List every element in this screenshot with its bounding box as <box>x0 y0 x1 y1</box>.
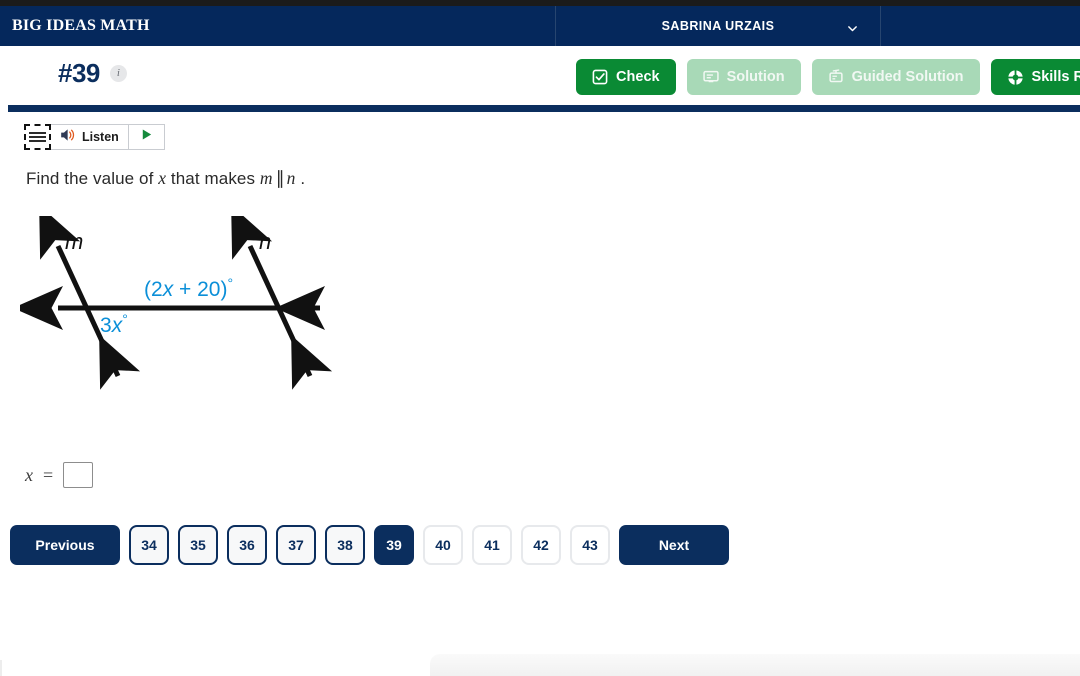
parallel-lines-diagram: m n (2x + 20)° 3x° <box>20 216 333 390</box>
page-button-34[interactable]: 34 <box>129 525 169 565</box>
parallel-symbol: ∥ <box>275 168 285 188</box>
speaker-icon <box>60 128 77 147</box>
solution-screen-icon <box>702 69 719 85</box>
prompt-var-m: m <box>259 168 273 188</box>
angle-label-bottom: 3x° <box>100 311 128 337</box>
answer-row: x = <box>25 462 94 488</box>
page-button-39[interactable]: 39 <box>374 525 414 565</box>
left-edge-sliver <box>0 660 2 676</box>
line-m <box>39 216 141 390</box>
question-number-group: #39 i <box>58 58 127 89</box>
check-button-label: Check <box>616 69 660 85</box>
drag-lines-icon[interactable] <box>24 124 51 150</box>
info-icon[interactable]: i <box>109 65 127 82</box>
user-name-label: SABRINA URZAIS <box>661 19 775 33</box>
lifesaver-icon <box>1006 68 1024 86</box>
solution-button-label: Solution <box>726 69 785 85</box>
angle-label-top: (2x + 20)° <box>144 275 233 301</box>
page-button-37[interactable]: 37 <box>276 525 316 565</box>
play-icon <box>140 128 153 146</box>
prompt-part-2: that makes <box>170 169 256 188</box>
listen-toolbar: Listen <box>24 124 165 150</box>
app-header: BIG IDEAS MATH SABRINA URZAIS <box>0 6 1080 46</box>
page-button-42[interactable]: 42 <box>521 525 561 565</box>
solution-button[interactable]: Solution <box>686 59 801 95</box>
guided-solution-button[interactable]: Guided Solution <box>811 59 980 95</box>
answer-variable-label: x <box>25 464 33 485</box>
play-button[interactable] <box>128 124 165 150</box>
page-button-43[interactable]: 43 <box>570 525 610 565</box>
prompt-part-1: Find the value of <box>26 169 154 188</box>
chevron-down-icon <box>847 21 858 32</box>
skills-review-button-label: Skills Re <box>1031 69 1080 85</box>
question-prompt: Find the value of x that makes m ∥ n . <box>26 168 305 189</box>
navy-divider <box>8 105 1080 112</box>
page-button-35[interactable]: 35 <box>178 525 218 565</box>
action-button-bar: Check Solution Guided Solution Skills R <box>576 59 1080 95</box>
page-button-41[interactable]: 41 <box>472 525 512 565</box>
answer-input[interactable] <box>63 462 94 488</box>
user-menu[interactable]: SABRINA URZAIS <box>556 6 881 46</box>
skills-review-button[interactable]: Skills Re <box>990 59 1080 95</box>
geometry-figure: m n (2x + 20)° 3x° <box>20 216 380 396</box>
listen-label: Listen <box>82 130 119 144</box>
guided-solution-icon <box>828 69 844 85</box>
guided-solution-button-label: Guided Solution <box>851 69 964 85</box>
brand-logo: BIG IDEAS MATH <box>12 17 150 34</box>
prompt-var-x: x <box>158 168 167 188</box>
page-button-38[interactable]: 38 <box>325 525 365 565</box>
pagination-bar: Previous 34 35 36 37 38 39 40 41 42 43 N… <box>10 525 729 565</box>
brand-cell[interactable]: BIG IDEAS MATH <box>0 6 556 46</box>
check-button[interactable]: Check <box>576 59 676 95</box>
page-button-36[interactable]: 36 <box>227 525 267 565</box>
check-square-icon <box>592 69 608 85</box>
page-button-40[interactable]: 40 <box>423 525 463 565</box>
header-right-spacer <box>881 6 1080 46</box>
line-n <box>231 216 333 390</box>
prompt-period: . <box>300 169 306 188</box>
previous-button[interactable]: Previous <box>10 525 120 565</box>
label-n: n <box>259 229 271 254</box>
label-m: m <box>65 229 83 254</box>
listen-button[interactable]: Listen <box>51 124 129 150</box>
page-title: #39 <box>58 58 100 88</box>
app-root: BIG IDEAS MATH SABRINA URZAIS #39 i Chec… <box>0 0 1080 676</box>
bottom-panel-shadow <box>430 654 1080 676</box>
prompt-var-n: n <box>286 168 296 188</box>
question-toolbar: #39 i Check Solution Guided Solution Ski… <box>0 46 1080 108</box>
next-button[interactable]: Next <box>619 525 729 565</box>
answer-equals-sign: = <box>43 464 54 485</box>
